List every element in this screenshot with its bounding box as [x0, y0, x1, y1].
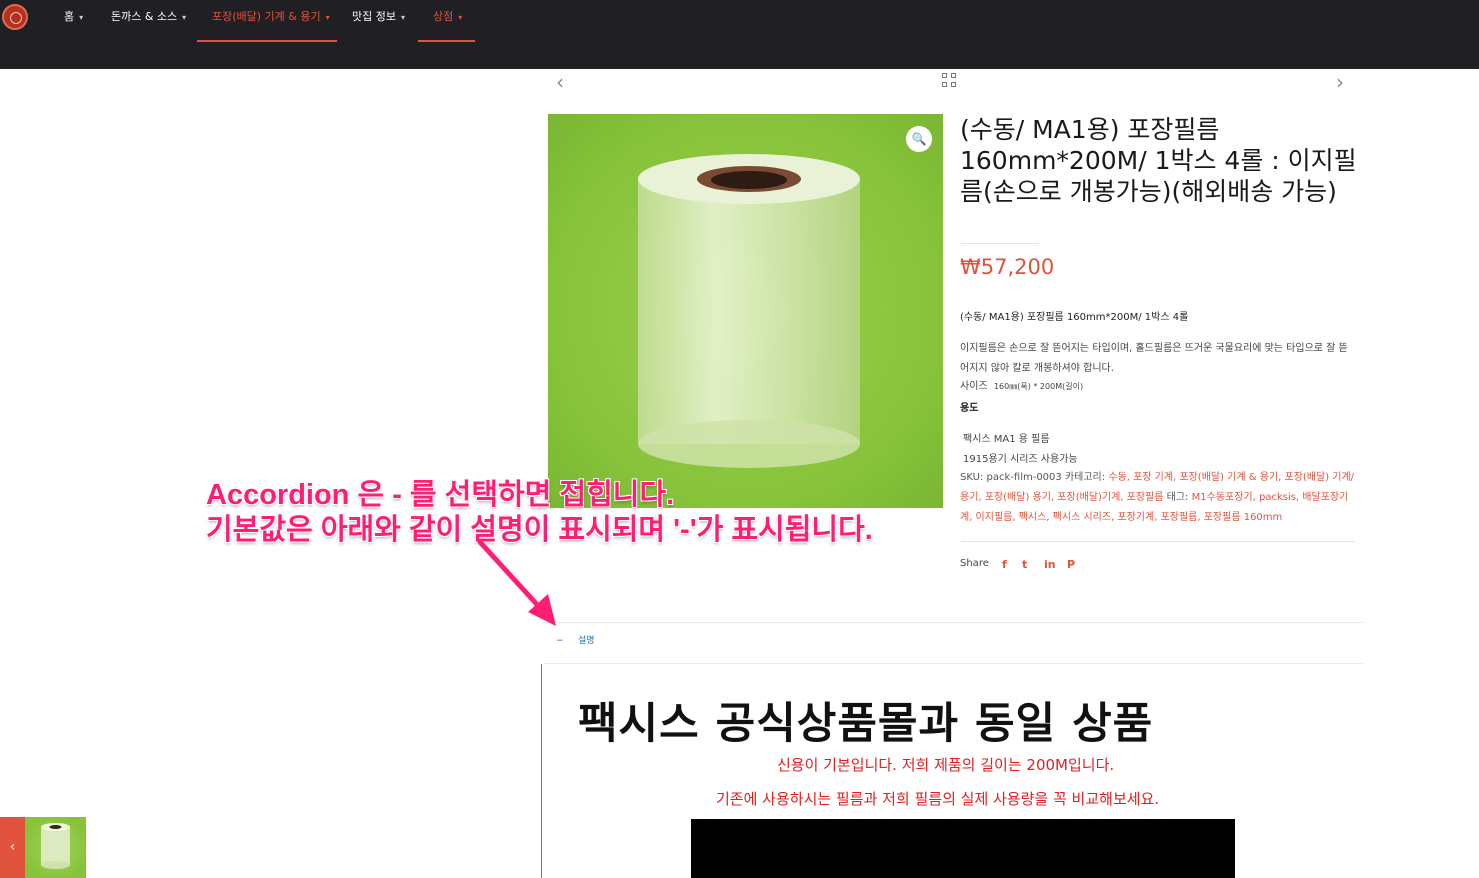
product-meta: SKU: pack-film-0003 카테고리: 수동, 포장 기계, 포장(…	[960, 468, 1356, 528]
sku-label: SKU:	[960, 472, 984, 483]
nav-item-label: 맛집 정보	[352, 10, 396, 23]
previous-product-arrow-icon[interactable]: ‹	[556, 70, 564, 94]
grid-icon[interactable]	[942, 73, 958, 89]
product-description-text: 이지필름은 손으로 잘 뜯어지는 타입이며, 홀드필름은 뜨거운 국물요리에 맞…	[960, 339, 1352, 397]
next-product-arrow-icon[interactable]: ›	[1336, 70, 1344, 94]
site-logo[interactable]	[2, 4, 28, 30]
chevron-down-icon: ▾	[458, 13, 463, 22]
description-image	[691, 819, 1235, 878]
pinterest-icon[interactable]: P	[1067, 558, 1075, 571]
nav-item-home[interactable]: 홈 ▾	[64, 8, 83, 42]
accordion-label: 설명	[578, 636, 595, 646]
film-roll-thumbnail	[41, 823, 70, 869]
size-line: 사이즈 160㎜(폭) * 200M(길이)	[960, 377, 1352, 397]
nav-item-packaging[interactable]: 포장(배달) 기계 & 용기 ▾	[197, 8, 337, 42]
divider	[543, 622, 1364, 623]
chevron-down-icon: ▾	[79, 13, 84, 22]
description-red-text-1: 신용이 기본입니다. 저희 제품의 길이는 200M입니다.	[777, 756, 1115, 774]
annotation-arrow-icon	[477, 540, 556, 626]
size-value: 160㎜(폭) * 200M(길이)	[993, 382, 1084, 391]
product-price: ₩57,200	[960, 255, 1055, 279]
nav-item-label: 포장(배달) 기계 & 용기	[212, 10, 321, 23]
description-heading: 팩시스 공식상품몰과 동일 상품	[578, 699, 1154, 749]
description-red-text-2: 기존에 사용하시는 필름과 저희 필름의 실제 사용량을 꼭 비교해보세요.	[716, 790, 1160, 808]
facebook-icon[interactable]: f	[1002, 558, 1007, 571]
zoom-icon[interactable]: 🔍	[906, 126, 932, 152]
usage-line-2: 1915용기 시리즈 사용가능	[963, 454, 1078, 465]
annotation-line-1: Accordion 은 - 를 선택하면 접힙니다.	[206, 479, 675, 511]
divider	[961, 541, 1355, 542]
product-short-description: (수동/ MA1용) 포장필름 160mm*200M/ 1박스 4롤	[960, 312, 1189, 323]
accordion-accent-line	[541, 664, 542, 878]
top-navigation-bar: 홈 ▾ 돈까스 & 소스 ▾ 포장(배달) 기계 & 용기 ▾ 맛집 정보 ▾ 상점 ▾	[0, 0, 1479, 69]
usage-line-1: 팩시스 MA1 용 필름	[963, 434, 1050, 445]
description-paragraph: 이지필름은 손으로 잘 뜯어지는 타입이며, 홀드필름은 뜨거운 국물요리에 맞…	[960, 343, 1348, 374]
nav-item-shop[interactable]: 상점 ▾	[418, 8, 475, 42]
previous-product-tab[interactable]: ‹	[0, 817, 25, 878]
nav-item-label: 돈까스 & 소스	[111, 10, 178, 23]
nav-item-restaurant-info[interactable]: 맛집 정보 ▾	[352, 8, 405, 42]
divider	[961, 243, 1039, 244]
annotation-callout: Accordion 은 - 를 선택하면 접힙니다. 기본값은 아래와 같이 설…	[206, 478, 873, 548]
chevron-down-icon: ▾	[325, 13, 330, 22]
nav-item-label: 홈	[64, 10, 75, 23]
usage-label: 용도	[960, 403, 979, 414]
twitter-icon[interactable]: t	[1022, 558, 1027, 571]
tag-label: 태그:	[1166, 492, 1189, 503]
size-label: 사이즈	[960, 381, 988, 392]
divider	[543, 663, 1364, 664]
share-label: Share	[960, 558, 989, 569]
category-label: 카테고리:	[1064, 472, 1106, 483]
product-image[interactable]: 🔍	[548, 114, 943, 508]
nav-item-tonkatsu-sauce[interactable]: 돈까스 & 소스 ▾	[111, 8, 186, 42]
sku-value: pack-film-0003	[986, 472, 1062, 483]
film-roll-illustration	[638, 154, 860, 468]
nav-item-label: 상점	[433, 10, 454, 23]
chevron-down-icon: ▾	[400, 13, 405, 22]
product-title: (수동/ MA1용) 포장필름 160mm*200M/ 1박스 4롤 : 이지필…	[960, 115, 1357, 206]
previous-product-thumbnail[interactable]	[25, 817, 86, 878]
linkedin-icon[interactable]: in	[1044, 558, 1056, 571]
chevron-down-icon: ▾	[182, 13, 187, 22]
